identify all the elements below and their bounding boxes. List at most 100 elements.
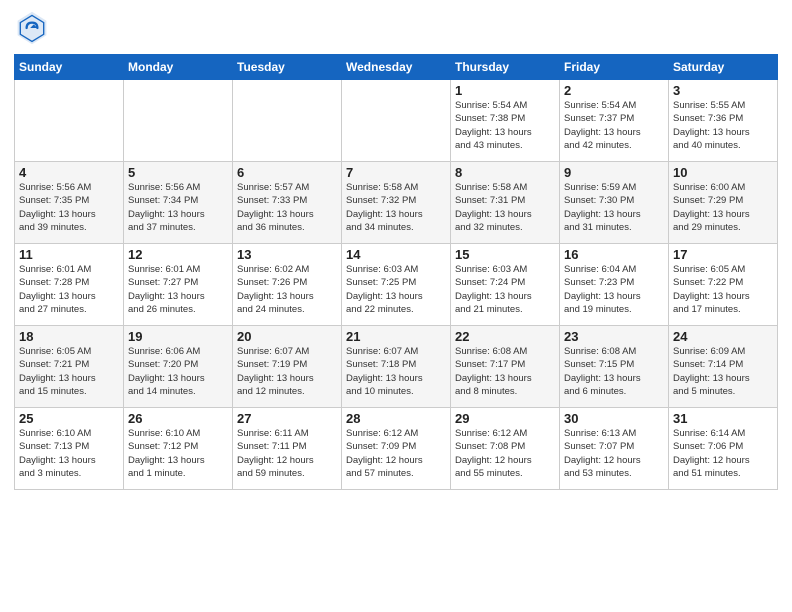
- day-info: Sunrise: 6:12 AM Sunset: 7:09 PM Dayligh…: [346, 427, 446, 480]
- calendar-cell: 25Sunrise: 6:10 AM Sunset: 7:13 PM Dayli…: [15, 408, 124, 490]
- day-number: 13: [237, 247, 337, 262]
- calendar-cell: 16Sunrise: 6:04 AM Sunset: 7:23 PM Dayli…: [560, 244, 669, 326]
- day-info: Sunrise: 5:54 AM Sunset: 7:38 PM Dayligh…: [455, 99, 555, 152]
- week-row-4: 18Sunrise: 6:05 AM Sunset: 7:21 PM Dayli…: [15, 326, 778, 408]
- calendar-cell: 21Sunrise: 6:07 AM Sunset: 7:18 PM Dayli…: [342, 326, 451, 408]
- calendar-cell: 17Sunrise: 6:05 AM Sunset: 7:22 PM Dayli…: [669, 244, 778, 326]
- day-number: 5: [128, 165, 228, 180]
- calendar-cell: 1Sunrise: 5:54 AM Sunset: 7:38 PM Daylig…: [451, 80, 560, 162]
- day-number: 14: [346, 247, 446, 262]
- calendar-cell: 19Sunrise: 6:06 AM Sunset: 7:20 PM Dayli…: [124, 326, 233, 408]
- page: Sunday Monday Tuesday Wednesday Thursday…: [0, 0, 792, 612]
- day-number: 8: [455, 165, 555, 180]
- day-info: Sunrise: 5:59 AM Sunset: 7:30 PM Dayligh…: [564, 181, 664, 234]
- day-info: Sunrise: 6:00 AM Sunset: 7:29 PM Dayligh…: [673, 181, 773, 234]
- col-monday: Monday: [124, 55, 233, 80]
- week-row-1: 1Sunrise: 5:54 AM Sunset: 7:38 PM Daylig…: [15, 80, 778, 162]
- day-info: Sunrise: 6:08 AM Sunset: 7:15 PM Dayligh…: [564, 345, 664, 398]
- day-number: 26: [128, 411, 228, 426]
- day-number: 24: [673, 329, 773, 344]
- header-row: Sunday Monday Tuesday Wednesday Thursday…: [15, 55, 778, 80]
- calendar-cell: 15Sunrise: 6:03 AM Sunset: 7:24 PM Dayli…: [451, 244, 560, 326]
- day-info: Sunrise: 6:10 AM Sunset: 7:12 PM Dayligh…: [128, 427, 228, 480]
- col-friday: Friday: [560, 55, 669, 80]
- calendar-cell: 6Sunrise: 5:57 AM Sunset: 7:33 PM Daylig…: [233, 162, 342, 244]
- calendar-cell: 7Sunrise: 5:58 AM Sunset: 7:32 PM Daylig…: [342, 162, 451, 244]
- day-number: 12: [128, 247, 228, 262]
- day-number: 30: [564, 411, 664, 426]
- calendar-cell: 13Sunrise: 6:02 AM Sunset: 7:26 PM Dayli…: [233, 244, 342, 326]
- calendar-cell: 11Sunrise: 6:01 AM Sunset: 7:28 PM Dayli…: [15, 244, 124, 326]
- calendar-cell: 5Sunrise: 5:56 AM Sunset: 7:34 PM Daylig…: [124, 162, 233, 244]
- calendar-cell: 23Sunrise: 6:08 AM Sunset: 7:15 PM Dayli…: [560, 326, 669, 408]
- day-info: Sunrise: 6:07 AM Sunset: 7:19 PM Dayligh…: [237, 345, 337, 398]
- calendar-cell: 3Sunrise: 5:55 AM Sunset: 7:36 PM Daylig…: [669, 80, 778, 162]
- calendar-cell: 2Sunrise: 5:54 AM Sunset: 7:37 PM Daylig…: [560, 80, 669, 162]
- calendar-cell: 31Sunrise: 6:14 AM Sunset: 7:06 PM Dayli…: [669, 408, 778, 490]
- calendar-cell: 8Sunrise: 5:58 AM Sunset: 7:31 PM Daylig…: [451, 162, 560, 244]
- day-info: Sunrise: 6:12 AM Sunset: 7:08 PM Dayligh…: [455, 427, 555, 480]
- day-info: Sunrise: 5:57 AM Sunset: 7:33 PM Dayligh…: [237, 181, 337, 234]
- day-info: Sunrise: 5:58 AM Sunset: 7:32 PM Dayligh…: [346, 181, 446, 234]
- col-wednesday: Wednesday: [342, 55, 451, 80]
- day-number: 18: [19, 329, 119, 344]
- day-number: 29: [455, 411, 555, 426]
- header: [14, 10, 778, 46]
- calendar-cell: 9Sunrise: 5:59 AM Sunset: 7:30 PM Daylig…: [560, 162, 669, 244]
- day-number: 1: [455, 83, 555, 98]
- calendar-cell: 30Sunrise: 6:13 AM Sunset: 7:07 PM Dayli…: [560, 408, 669, 490]
- day-number: 3: [673, 83, 773, 98]
- day-number: 22: [455, 329, 555, 344]
- day-number: 31: [673, 411, 773, 426]
- week-row-3: 11Sunrise: 6:01 AM Sunset: 7:28 PM Dayli…: [15, 244, 778, 326]
- calendar-cell: 27Sunrise: 6:11 AM Sunset: 7:11 PM Dayli…: [233, 408, 342, 490]
- day-info: Sunrise: 6:05 AM Sunset: 7:21 PM Dayligh…: [19, 345, 119, 398]
- day-info: Sunrise: 6:04 AM Sunset: 7:23 PM Dayligh…: [564, 263, 664, 316]
- day-info: Sunrise: 6:03 AM Sunset: 7:24 PM Dayligh…: [455, 263, 555, 316]
- day-number: 23: [564, 329, 664, 344]
- calendar-cell: 18Sunrise: 6:05 AM Sunset: 7:21 PM Dayli…: [15, 326, 124, 408]
- day-info: Sunrise: 5:55 AM Sunset: 7:36 PM Dayligh…: [673, 99, 773, 152]
- col-tuesday: Tuesday: [233, 55, 342, 80]
- calendar-cell: 29Sunrise: 6:12 AM Sunset: 7:08 PM Dayli…: [451, 408, 560, 490]
- calendar-cell: 4Sunrise: 5:56 AM Sunset: 7:35 PM Daylig…: [15, 162, 124, 244]
- day-info: Sunrise: 6:01 AM Sunset: 7:27 PM Dayligh…: [128, 263, 228, 316]
- day-number: 17: [673, 247, 773, 262]
- day-info: Sunrise: 6:08 AM Sunset: 7:17 PM Dayligh…: [455, 345, 555, 398]
- day-info: Sunrise: 6:10 AM Sunset: 7:13 PM Dayligh…: [19, 427, 119, 480]
- calendar-cell: 10Sunrise: 6:00 AM Sunset: 7:29 PM Dayli…: [669, 162, 778, 244]
- day-info: Sunrise: 6:03 AM Sunset: 7:25 PM Dayligh…: [346, 263, 446, 316]
- logo-icon: [14, 10, 50, 46]
- day-number: 9: [564, 165, 664, 180]
- day-info: Sunrise: 6:11 AM Sunset: 7:11 PM Dayligh…: [237, 427, 337, 480]
- day-number: 16: [564, 247, 664, 262]
- calendar-cell: [124, 80, 233, 162]
- day-number: 15: [455, 247, 555, 262]
- day-info: Sunrise: 6:14 AM Sunset: 7:06 PM Dayligh…: [673, 427, 773, 480]
- day-number: 2: [564, 83, 664, 98]
- calendar-cell: 26Sunrise: 6:10 AM Sunset: 7:12 PM Dayli…: [124, 408, 233, 490]
- calendar-cell: 22Sunrise: 6:08 AM Sunset: 7:17 PM Dayli…: [451, 326, 560, 408]
- logo: [14, 10, 56, 46]
- day-number: 11: [19, 247, 119, 262]
- week-row-2: 4Sunrise: 5:56 AM Sunset: 7:35 PM Daylig…: [15, 162, 778, 244]
- day-number: 6: [237, 165, 337, 180]
- day-info: Sunrise: 5:56 AM Sunset: 7:35 PM Dayligh…: [19, 181, 119, 234]
- day-info: Sunrise: 6:05 AM Sunset: 7:22 PM Dayligh…: [673, 263, 773, 316]
- calendar-cell: 12Sunrise: 6:01 AM Sunset: 7:27 PM Dayli…: [124, 244, 233, 326]
- day-info: Sunrise: 6:07 AM Sunset: 7:18 PM Dayligh…: [346, 345, 446, 398]
- day-number: 20: [237, 329, 337, 344]
- calendar-table: Sunday Monday Tuesday Wednesday Thursday…: [14, 54, 778, 490]
- calendar-cell: [15, 80, 124, 162]
- calendar-cell: 14Sunrise: 6:03 AM Sunset: 7:25 PM Dayli…: [342, 244, 451, 326]
- day-info: Sunrise: 6:01 AM Sunset: 7:28 PM Dayligh…: [19, 263, 119, 316]
- col-thursday: Thursday: [451, 55, 560, 80]
- day-number: 27: [237, 411, 337, 426]
- day-number: 28: [346, 411, 446, 426]
- calendar-cell: 20Sunrise: 6:07 AM Sunset: 7:19 PM Dayli…: [233, 326, 342, 408]
- day-number: 10: [673, 165, 773, 180]
- week-row-5: 25Sunrise: 6:10 AM Sunset: 7:13 PM Dayli…: [15, 408, 778, 490]
- col-saturday: Saturday: [669, 55, 778, 80]
- day-info: Sunrise: 6:06 AM Sunset: 7:20 PM Dayligh…: [128, 345, 228, 398]
- day-info: Sunrise: 5:54 AM Sunset: 7:37 PM Dayligh…: [564, 99, 664, 152]
